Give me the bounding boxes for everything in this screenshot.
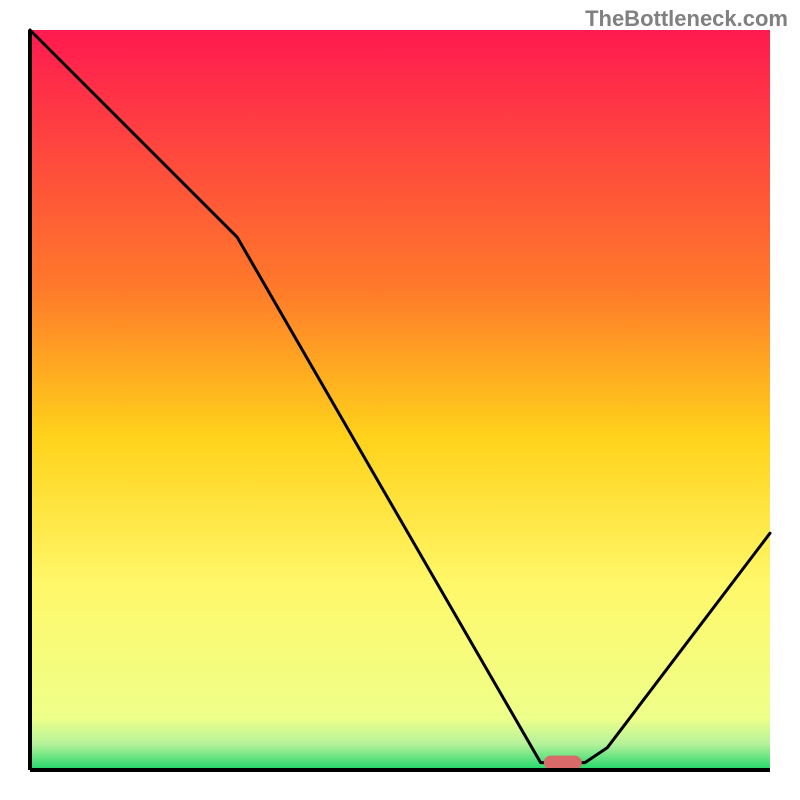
watermark-text: TheBottleneck.com: [585, 6, 788, 32]
bottleneck-chart: [0, 0, 800, 800]
optimal-marker: [544, 756, 582, 770]
chart-container: TheBottleneck.com: [0, 0, 800, 800]
